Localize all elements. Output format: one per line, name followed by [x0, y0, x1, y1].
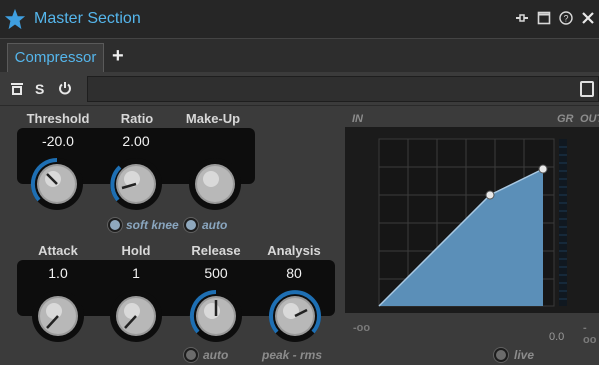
hold-label: Hold	[121, 243, 151, 258]
hold-value[interactable]: 1	[108, 265, 164, 281]
analysis-mode-label: peak - rms	[262, 348, 323, 362]
attack-value[interactable]: 1.0	[30, 265, 86, 281]
analysis-label: Analysis	[267, 243, 321, 258]
graph-in-label: IN	[352, 113, 363, 125]
bypass-icon[interactable]	[10, 81, 24, 99]
soft-knee-toggle[interactable]	[108, 218, 122, 232]
ratio-value[interactable]: 2.00	[108, 133, 164, 149]
release-value[interactable]: 500	[186, 265, 246, 281]
release-label: Release	[191, 243, 241, 258]
threshold-label: Threshold	[26, 111, 90, 126]
live-label: live	[514, 348, 535, 362]
master-section-window: Master Section ? Compressor + S Threshol…	[0, 0, 599, 365]
transfer-curve-display	[345, 127, 599, 313]
title-bar: Master Section ?	[0, 0, 599, 38]
maximize-icon[interactable]	[537, 11, 551, 25]
gain-reduction-meter	[559, 139, 567, 306]
power-icon[interactable]	[58, 81, 72, 98]
pin-icon[interactable]	[515, 11, 529, 25]
attack-knob[interactable]	[30, 288, 86, 344]
preset-menu-icon[interactable]	[580, 81, 594, 97]
preset-field[interactable]	[87, 76, 599, 102]
ratio-label: Ratio	[120, 111, 154, 126]
analysis-knob[interactable]	[267, 288, 323, 344]
ceiling-handle	[538, 164, 548, 174]
input-scale-min: -oo	[353, 322, 371, 334]
threshold-handle	[485, 190, 495, 200]
makeup-label: Make-Up	[185, 111, 241, 126]
hold-knob[interactable]	[108, 288, 164, 344]
release-auto-label: auto	[203, 348, 229, 362]
ratio-knob[interactable]	[108, 156, 164, 212]
graph-gr-label: GR	[557, 113, 574, 125]
close-icon[interactable]	[581, 11, 595, 25]
tab-bar: Compressor +	[0, 38, 599, 73]
help-icon[interactable]: ?	[559, 11, 573, 25]
transfer-curve-svg	[378, 138, 567, 307]
svg-text:?: ?	[563, 14, 568, 24]
makeup-knob[interactable]	[187, 156, 243, 212]
makeup-auto-label: auto	[202, 218, 228, 232]
graph-out-label: OUT	[580, 113, 599, 125]
output-scale-min: -oo	[583, 322, 597, 346]
analysis-value[interactable]: 80	[264, 265, 324, 281]
gain-reduction-readout: 0.0	[549, 331, 565, 343]
release-auto-toggle[interactable]	[184, 348, 198, 362]
makeup-auto-toggle[interactable]	[184, 218, 198, 232]
star-icon	[4, 8, 26, 30]
add-tab-button[interactable]: +	[112, 44, 124, 68]
threshold-value[interactable]: -20.0	[25, 133, 91, 149]
window-title: Master Section	[34, 10, 141, 27]
attack-label: Attack	[38, 243, 78, 258]
release-knob[interactable]	[188, 288, 244, 344]
threshold-knob[interactable]	[29, 156, 85, 212]
soft-knee-label: soft knee	[126, 218, 179, 232]
live-toggle[interactable]	[494, 348, 508, 362]
solo-button[interactable]: S	[35, 81, 44, 97]
plugin-toolbar: S	[0, 72, 599, 106]
tab-compressor[interactable]: Compressor	[7, 43, 104, 73]
